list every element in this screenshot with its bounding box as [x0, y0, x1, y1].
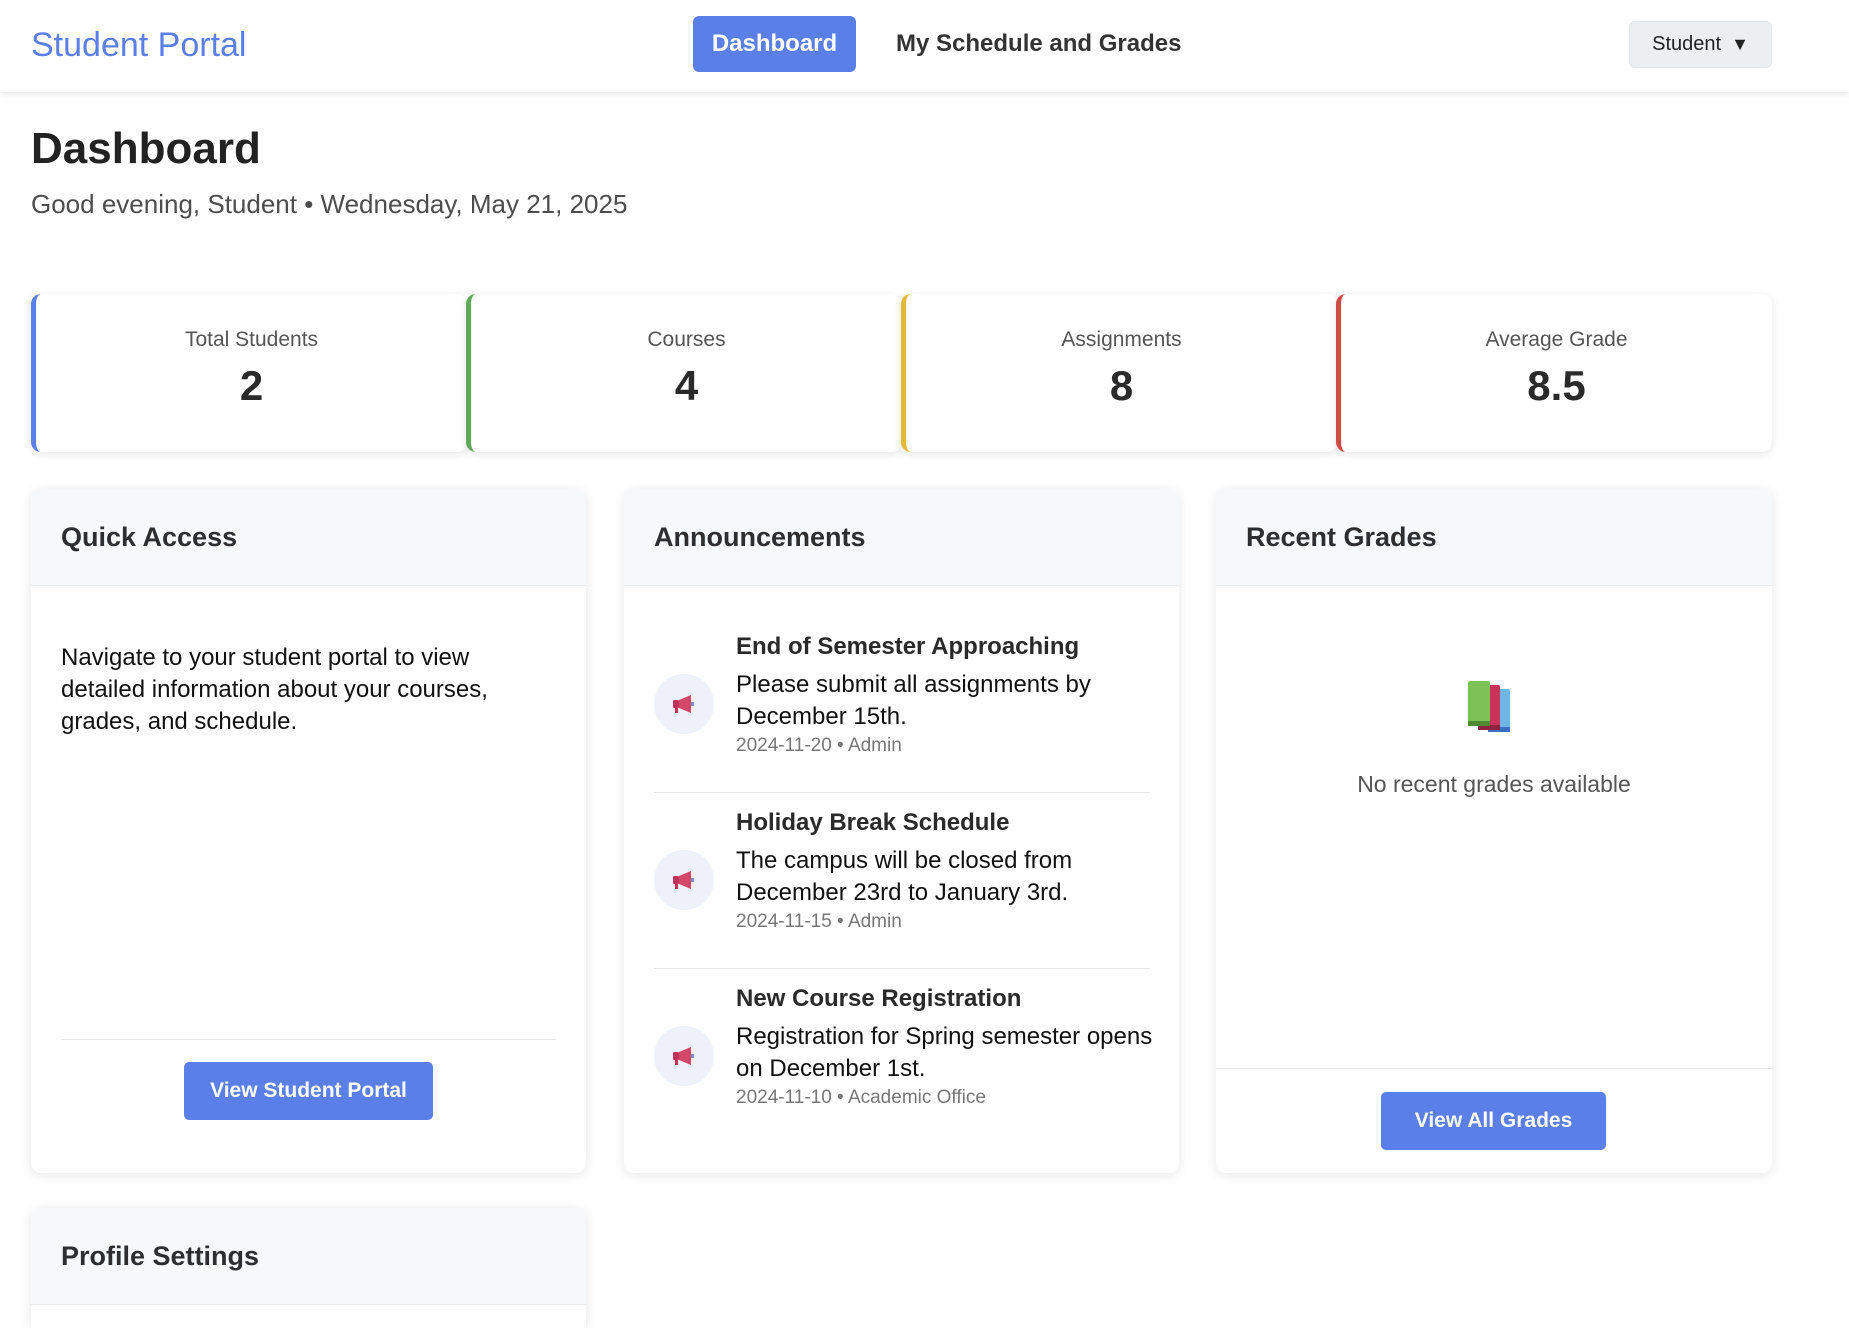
announcement-title: Holiday Break Schedule — [736, 809, 1010, 836]
announcement-item[interactable]: New Course Registration Registration for… — [654, 985, 1152, 1131]
stat-card-assignments: Assignments 8 — [901, 294, 1337, 452]
stat-value: 4 — [674, 362, 699, 409]
view-all-grades-button[interactable]: View All Grades — [1381, 1092, 1606, 1150]
caret-down-icon: ▼ — [1731, 34, 1749, 54]
quick-access-text: Navigate to your student portal to view … — [61, 644, 488, 735]
divider — [654, 968, 1150, 969]
stat-value: 8 — [1109, 362, 1134, 409]
brand-link[interactable]: Student Portal — [31, 26, 246, 65]
stat-card-courses: Courses 4 — [466, 294, 902, 452]
announcement-body: Registration for Spring semester opens o… — [736, 1023, 1153, 1082]
view-student-portal-button[interactable]: View Student Portal — [184, 1062, 433, 1120]
stat-value: 8.5 — [1527, 362, 1586, 409]
stat-label: Courses — [647, 328, 726, 351]
announcements-panel: Announcements End of Semester Approachin… — [624, 489, 1179, 1173]
nav-schedule-grades[interactable]: My Schedule and Grades — [874, 16, 1203, 72]
announcement-meta: 2024-11-10 • Academic Office — [736, 1087, 986, 1108]
stat-label: Assignments — [1061, 328, 1182, 351]
megaphone-icon — [654, 850, 714, 910]
announcement-body: Please submit all assignments by Decembe… — [736, 671, 1091, 730]
announcement-title: End of Semester Approaching — [736, 633, 1080, 660]
quick-access-panel: Quick Access Navigate to your student po… — [31, 489, 586, 1173]
panel-title: Profile Settings — [31, 1208, 586, 1305]
empty-grades-text: No recent grades available — [1357, 771, 1631, 797]
stat-label: Average Grade — [1485, 328, 1628, 351]
panel-title: Announcements — [624, 489, 1179, 586]
divider — [1216, 1068, 1772, 1069]
stat-value: 2 — [239, 362, 264, 409]
profile-settings-panel: Profile Settings — [31, 1208, 586, 1328]
announcement-meta: 2024-11-20 • Admin — [736, 735, 902, 756]
top-navbar: Student Portal Dashboard My Schedule and… — [0, 0, 1849, 92]
nav-dashboard[interactable]: Dashboard — [693, 16, 856, 72]
books-icon — [1462, 679, 1526, 739]
megaphone-icon — [654, 1026, 714, 1086]
announcement-meta: 2024-11-15 • Admin — [736, 911, 902, 932]
announcement-body: The campus will be closed from December … — [736, 847, 1073, 906]
announcement-item[interactable]: Holiday Break Schedule The campus will b… — [654, 809, 1150, 955]
announcement-item[interactable]: End of Semester Approaching Please submi… — [654, 633, 1150, 779]
stat-card-total-students: Total Students 2 — [31, 294, 467, 452]
divider — [61, 1039, 556, 1040]
stat-label: Total Students — [184, 328, 319, 351]
page-subtitle: Good evening, Student • Wednesday, May 2… — [31, 189, 628, 219]
stat-card-average-grade: Average Grade 8.5 — [1336, 294, 1772, 452]
main-nav: Dashboard My Schedule and Grades — [693, 16, 1221, 72]
divider — [654, 792, 1150, 793]
panel-title: Quick Access — [31, 489, 586, 586]
user-menu-button[interactable]: Student ▼ — [1629, 21, 1772, 68]
announcement-title: New Course Registration — [736, 985, 1022, 1012]
page-title: Dashboard — [31, 124, 261, 173]
user-menu-label: Student — [1652, 33, 1722, 55]
recent-grades-panel: Recent Grades No recent grades available… — [1216, 489, 1772, 1173]
panel-title: Recent Grades — [1216, 489, 1772, 586]
megaphone-icon — [654, 674, 714, 734]
